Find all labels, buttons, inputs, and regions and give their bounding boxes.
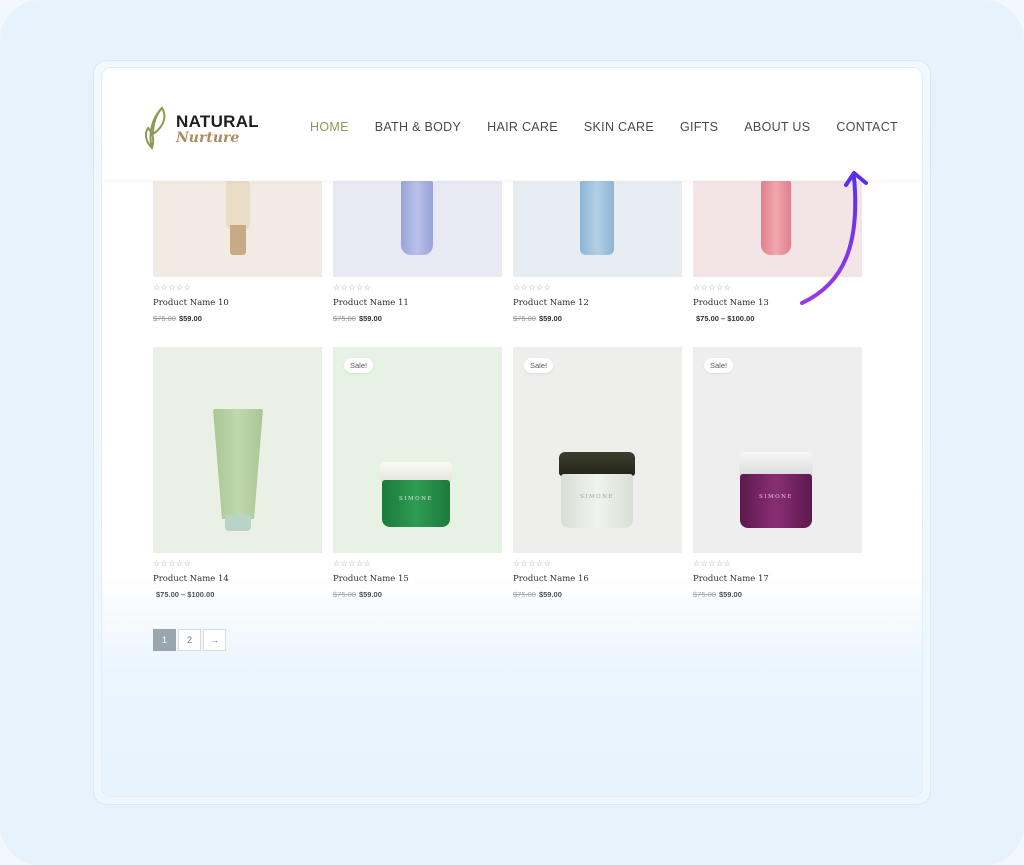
logo-title: NATURAL: [176, 112, 259, 131]
current-price: $59.00: [538, 314, 562, 323]
product-price: $75.00 $59.00: [693, 590, 862, 599]
nav-home[interactable]: HOME: [310, 120, 349, 134]
rating-stars: ☆☆☆☆☆: [333, 559, 372, 568]
product-image[interactable]: [153, 347, 322, 553]
sale-badge: Sale!: [344, 358, 374, 373]
product-name[interactable]: Product Name 11: [333, 298, 502, 308]
current-price: $75.00 – $100.00: [696, 314, 755, 323]
rating-stars: ☆☆☆☆☆: [513, 283, 552, 292]
jar-label: SIMONE: [399, 496, 433, 502]
product-image[interactable]: Sale! SIMONE: [693, 347, 862, 553]
jar-label: SIMONE: [759, 494, 793, 500]
nav-gifts[interactable]: GIFTS: [680, 120, 718, 134]
product-price: $75.00 – $100.00: [153, 590, 322, 599]
current-price: $59.00: [178, 314, 202, 323]
product-image[interactable]: Sale! SIMONE: [513, 347, 682, 553]
annotation-arrow-icon: [800, 171, 868, 305]
nav-skin-care[interactable]: SKIN CARE: [584, 120, 654, 134]
rating-stars: ☆☆☆☆☆: [153, 559, 192, 568]
old-price: $75.00: [693, 590, 716, 599]
rating-stars: ☆☆☆☆☆: [693, 559, 732, 568]
nav-bath-body[interactable]: BATH & BODY: [375, 120, 461, 134]
leaf-icon: [144, 106, 166, 150]
product-card[interactable]: ☆☆☆☆☆ Product Name 10 $75.00 $59.00: [153, 181, 322, 323]
product-price: $75.00 $59.00: [513, 314, 682, 323]
old-price: $75.00: [513, 590, 536, 599]
product-image[interactable]: Sale! SIMONE: [333, 347, 502, 553]
page-1-button[interactable]: 1: [153, 629, 176, 651]
nav-hair-care[interactable]: HAIR CARE: [487, 120, 558, 134]
pagination: 1 2 →: [153, 629, 226, 651]
page-2-button[interactable]: 2: [178, 629, 201, 651]
current-price: $59.00: [358, 590, 382, 599]
product-price: $75.00 $59.00: [333, 590, 502, 599]
product-name[interactable]: Product Name 16: [513, 574, 682, 584]
product-price: $75.00 $59.00: [513, 590, 682, 599]
product-name[interactable]: Product Name 17: [693, 574, 862, 584]
sale-badge: Sale!: [524, 358, 554, 373]
product-image[interactable]: [333, 181, 502, 277]
product-card[interactable]: ☆☆☆☆☆ Product Name 12 $75.00 $59.00: [513, 181, 682, 323]
product-card[interactable]: Sale! SIMONE ☆☆☆☆☆ Product Name 17 $75.0…: [693, 347, 862, 599]
nav-about-us[interactable]: ABOUT US: [744, 120, 810, 134]
rating-stars: ☆☆☆☆☆: [333, 283, 372, 292]
product-card[interactable]: Sale! SIMONE ☆☆☆☆☆ Product Name 16 $75.0…: [513, 347, 682, 599]
old-price: $75.00: [333, 314, 356, 323]
nav-contact[interactable]: CONTACT: [836, 120, 898, 134]
current-price: $59.00: [358, 314, 382, 323]
current-price: $59.00: [718, 590, 742, 599]
product-card[interactable]: Sale! SIMONE ☆☆☆☆☆ Product Name 15 $75.0…: [333, 347, 502, 599]
product-card[interactable]: ☆☆☆☆☆ Product Name 14 $75.00 – $100.00: [153, 347, 322, 599]
product-name[interactable]: Product Name 15: [333, 574, 502, 584]
next-page-button[interactable]: →: [203, 629, 226, 651]
current-price: $59.00: [538, 590, 562, 599]
product-price: $75.00 – $100.00: [693, 314, 862, 323]
main-navigation: HOME BATH & BODY HAIR CARE SKIN CARE GIF…: [310, 120, 922, 134]
product-price: $75.00 $59.00: [153, 314, 322, 323]
jar-label: SIMONE: [580, 494, 614, 500]
rating-stars: ☆☆☆☆☆: [153, 283, 192, 292]
product-name[interactable]: Product Name 10: [153, 298, 322, 308]
product-card[interactable]: ☆☆☆☆☆ Product Name 11 $75.00 $59.00: [333, 181, 502, 323]
old-price: $75.00: [513, 314, 536, 323]
product-image[interactable]: [513, 181, 682, 277]
rating-stars: ☆☆☆☆☆: [513, 559, 552, 568]
old-price: $75.00: [333, 590, 356, 599]
old-price: $75.00: [153, 314, 176, 323]
logo-subtitle: Nurture: [176, 130, 240, 146]
product-price: $75.00 $59.00: [333, 314, 502, 323]
sale-badge: Sale!: [704, 358, 734, 373]
product-name[interactable]: Product Name 12: [513, 298, 682, 308]
product-image[interactable]: [153, 181, 322, 277]
current-price: $75.00 – $100.00: [156, 590, 215, 599]
product-name[interactable]: Product Name 14: [153, 574, 322, 584]
site-logo[interactable]: NATURAL Nurture: [144, 104, 264, 154]
